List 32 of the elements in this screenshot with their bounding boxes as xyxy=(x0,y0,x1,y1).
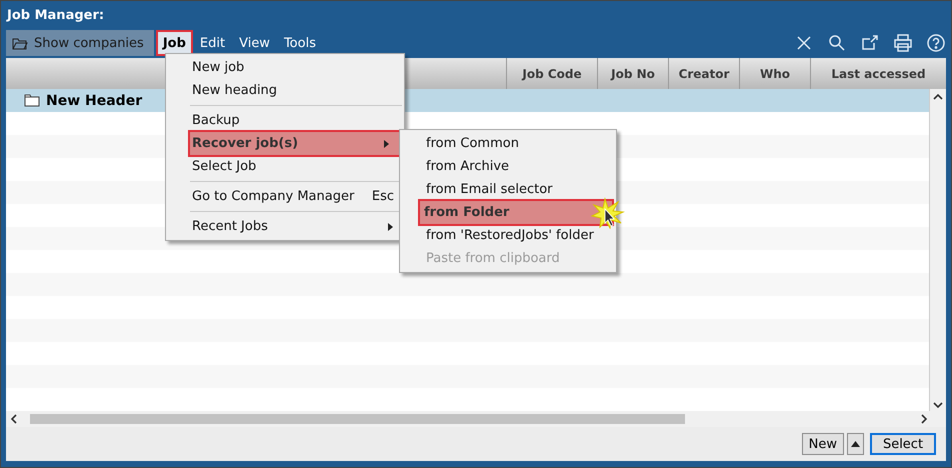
menu-item[interactable]: View xyxy=(234,32,275,54)
menu-item[interactable]: Recover job(s) xyxy=(190,132,400,155)
submenu-arrow-icon xyxy=(388,222,394,230)
help-icon[interactable] xyxy=(926,33,946,53)
menu-item[interactable]: from Archive xyxy=(400,155,616,178)
scroll-down-icon[interactable] xyxy=(933,401,943,409)
up-triangle-icon xyxy=(851,441,860,447)
menu-item[interactable]: Edit xyxy=(194,32,230,54)
search-icon[interactable] xyxy=(827,33,847,53)
folder-icon xyxy=(24,94,40,107)
select-button[interactable]: Select xyxy=(870,433,936,455)
scroll-right-icon[interactable] xyxy=(920,414,928,424)
export-icon[interactable] xyxy=(860,33,880,53)
menu-item[interactable]: from Folder xyxy=(420,201,612,224)
submenu-arrow-icon xyxy=(384,140,390,148)
scroll-left-icon[interactable] xyxy=(10,414,18,424)
menu-item[interactable]: Tools xyxy=(278,32,321,54)
new-button[interactable]: New xyxy=(802,433,844,455)
menu-item[interactable]: from 'RestoredJobs' folder xyxy=(400,224,616,247)
menu-item[interactable]: Job xyxy=(158,32,191,54)
print-icon[interactable] xyxy=(893,33,913,53)
row-label: New Header xyxy=(46,92,142,108)
folder-icon xyxy=(12,36,28,50)
menu-item[interactable]: New job xyxy=(166,56,404,79)
scrollbar-thumb[interactable] xyxy=(30,414,685,424)
menu-item[interactable]: Backup xyxy=(166,109,404,132)
dropdown-button[interactable] xyxy=(847,433,864,455)
scroll-up-icon[interactable] xyxy=(933,93,943,101)
menu-item[interactable]: from Common xyxy=(400,132,616,155)
menu-item[interactable]: from Email selector xyxy=(400,178,616,201)
show-companies-button[interactable]: Show companies xyxy=(6,30,154,56)
window-title: Job Manager: xyxy=(5,7,106,25)
